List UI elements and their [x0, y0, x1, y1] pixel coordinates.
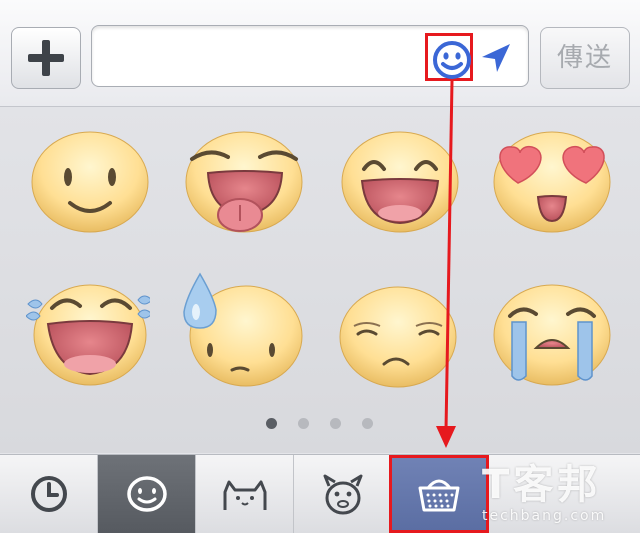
send-button[interactable]: 傳送: [540, 27, 630, 89]
cat-icon: [223, 480, 266, 510]
watermark: T客邦 techbang.com: [482, 462, 638, 532]
add-button[interactable]: [11, 27, 81, 89]
grin-sticker[interactable]: [338, 125, 462, 235]
tongue-out-sticker[interactable]: [182, 125, 306, 235]
crying-sticker[interactable]: [490, 278, 614, 388]
watermark-title: T客邦: [482, 462, 602, 508]
smile-sticker[interactable]: [28, 125, 152, 235]
page-dot-3[interactable]: [330, 418, 341, 429]
tab-recent[interactable]: [0, 455, 98, 533]
composer-bar: 傳送: [0, 0, 640, 107]
page-dot-2[interactable]: [298, 418, 309, 429]
tab-sticker-shop[interactable]: [389, 455, 489, 533]
laughing-tears-sticker[interactable]: [26, 278, 150, 388]
page-indicator: [266, 418, 376, 430]
smiley-face-icon: [433, 41, 471, 79]
heart-eyes-sticker[interactable]: [490, 125, 614, 235]
location-arrow-icon[interactable]: [478, 40, 514, 76]
page-dot-1[interactable]: [266, 418, 277, 429]
clock-icon: [30, 476, 67, 512]
page-dot-4[interactable]: [362, 418, 373, 429]
emoji-button[interactable]: [425, 33, 473, 81]
worried-sticker[interactable]: [336, 280, 460, 390]
tab-cat[interactable]: [196, 455, 294, 533]
basket-icon: [418, 479, 460, 512]
tab-monster[interactable]: [294, 455, 392, 533]
sweat-drop-sticker[interactable]: [180, 272, 304, 387]
smiley-face-icon: [126, 476, 167, 512]
monster-icon: [323, 474, 362, 515]
watermark-url: techbang.com: [482, 508, 607, 524]
tab-emoji[interactable]: [98, 455, 196, 533]
